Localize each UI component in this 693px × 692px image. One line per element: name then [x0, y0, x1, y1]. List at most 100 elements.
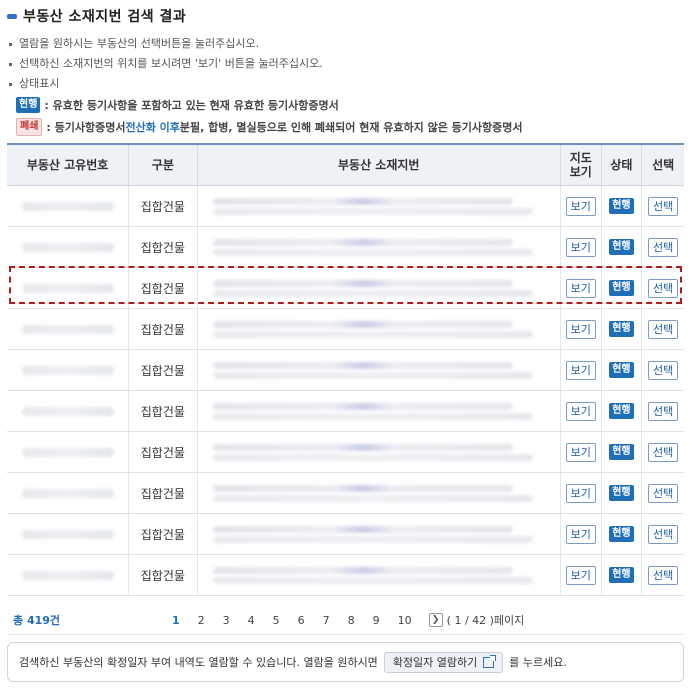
page-link-8[interactable]: 8 [348, 614, 355, 627]
status-cell: 현행 [602, 350, 643, 390]
table-row: 집합건물 보기 현행 선택 [7, 555, 684, 596]
page-links: 1 2 3 4 5 6 7 8 9 10 [163, 614, 421, 627]
view-map-button[interactable]: 보기 [565, 319, 596, 339]
type-cell: 집합건물 [129, 309, 198, 349]
page-info: ( 1 / 42 )페이지 [446, 614, 525, 627]
select-button[interactable]: 선택 [648, 442, 679, 462]
blurred-address [209, 483, 549, 503]
table-header: 부동산 고유번호 구분 부동산 소재지번 지도 보기 상태 선택 [7, 145, 684, 186]
select-button[interactable]: 선택 [648, 360, 679, 380]
status-cell: 현행 [602, 432, 643, 472]
table-row: 집합건물 보기 현행 선택 [7, 227, 684, 268]
status-badge: 현행 [609, 362, 634, 378]
blurred-address [209, 524, 549, 544]
page-link-6[interactable]: 6 [298, 614, 305, 627]
status-badge: 현행 [609, 567, 634, 583]
table-row: 집합건물 보기 현행 선택 [7, 514, 684, 555]
blurred-property-id [21, 488, 114, 498]
blurred-property-id [21, 529, 114, 539]
type-cell: 집합건물 [129, 391, 198, 431]
page-link-3[interactable]: 3 [223, 614, 230, 627]
address-cell [198, 555, 561, 595]
view-map-button[interactable]: 보기 [565, 442, 596, 462]
address-cell [198, 391, 561, 431]
view-map-button[interactable]: 보기 [565, 483, 596, 503]
property-id-cell [7, 309, 130, 349]
select-cell: 선택 [642, 432, 684, 472]
select-cell: 선택 [642, 555, 684, 595]
select-button[interactable]: 선택 [648, 401, 679, 421]
select-button[interactable]: 선택 [648, 319, 679, 339]
header-status: 상태 [602, 145, 643, 185]
type-cell: 집합건물 [129, 555, 198, 595]
select-cell: 선택 [642, 227, 684, 267]
note-text: 열람을 원하시는 부동산의 선택버튼을 눌러주십시오. [19, 37, 260, 50]
external-link-icon [483, 654, 497, 668]
type-text: 집합건물 [140, 568, 185, 583]
select-button[interactable]: 선택 [648, 565, 679, 585]
page-title-text: 부동산 소재지번 검색 결과 [23, 9, 187, 25]
view-map-button[interactable]: 보기 [565, 524, 596, 544]
blurred-address [209, 401, 549, 421]
legend-closed: 폐쇄 : 등기사항증명서 전산화 이후 분필, 합병, 멸실등으로 인해 폐쇄되… [7, 116, 677, 138]
status-badge: 현행 [609, 280, 634, 296]
info-text-before: 검색하신 부동산의 확정일자 부여 내역도 열람할 수 있습니다. 열람을 원하… [19, 656, 378, 669]
view-map-button[interactable]: 보기 [565, 196, 596, 216]
total-count: 총 419건 [7, 612, 163, 628]
view-map-button[interactable]: 보기 [565, 278, 596, 298]
type-text: 집합건물 [140, 240, 185, 255]
property-id-cell [7, 268, 130, 308]
closed-badge: 폐쇄 [16, 118, 43, 136]
address-cell [198, 309, 561, 349]
next-page-icon[interactable]: ❯ [428, 613, 443, 627]
map-cell: 보기 [561, 186, 602, 226]
confirm-date-button[interactable]: 확정일자 열람하기 [383, 651, 504, 673]
page-link-9[interactable]: 9 [373, 614, 380, 627]
table-row: 집합건물 보기 현행 선택 [7, 350, 684, 391]
note-text: 상태표시 [19, 77, 60, 90]
property-id-cell [7, 473, 130, 513]
legend-current-text: : 유효한 등기사항을 포함하고 있는 현재 유효한 등기사항증명서 [44, 99, 339, 112]
view-map-button[interactable]: 보기 [565, 565, 596, 585]
page-link-7[interactable]: 7 [323, 614, 330, 627]
blurred-property-id [21, 324, 114, 334]
select-button[interactable]: 선택 [648, 237, 679, 257]
table-row: 집합건물 보기 현행 선택 [7, 268, 684, 309]
type-text: 집합건물 [140, 486, 185, 501]
page-link-10[interactable]: 10 [398, 614, 412, 627]
current-badge: 현행 [16, 97, 41, 113]
status-badge: 현행 [609, 485, 634, 501]
blurred-address [209, 237, 549, 257]
property-id-cell [7, 227, 130, 267]
select-button[interactable]: 선택 [648, 524, 679, 544]
search-result-page: 부동산 소재지번 검색 결과 열람을 원하시는 부동산의 선택버튼을 눌러주십시… [0, 0, 693, 692]
status-cell: 현행 [602, 391, 643, 431]
bullet-icon [9, 62, 12, 66]
view-map-button[interactable]: 보기 [565, 237, 596, 257]
view-map-button[interactable]: 보기 [565, 401, 596, 421]
address-cell [198, 186, 561, 226]
blurred-address [209, 442, 549, 462]
select-cell: 선택 [642, 268, 684, 308]
property-id-cell [7, 514, 130, 554]
legend-closed-text-1: : 등기사항증명서 [46, 121, 126, 134]
table-row: 집합건물 보기 현행 선택 [7, 186, 684, 227]
property-id-cell [7, 432, 130, 472]
page-link-5[interactable]: 5 [273, 614, 280, 627]
select-button[interactable]: 선택 [648, 196, 679, 216]
status-badge: 현행 [609, 321, 634, 337]
blurred-address [209, 360, 549, 380]
status-badge: 현행 [609, 198, 634, 214]
title-bullet-icon [7, 13, 17, 19]
page-link-2[interactable]: 2 [198, 614, 205, 627]
select-button[interactable]: 선택 [648, 278, 679, 298]
page-link-1[interactable]: 1 [172, 614, 180, 627]
legend-closed-highlight: 전산화 이후 [125, 121, 180, 134]
note-item: 선택하신 소재지번의 위치를 보시려면 '보기' 버튼을 눌러주십시오. [7, 54, 677, 74]
address-cell [198, 514, 561, 554]
select-button[interactable]: 선택 [648, 483, 679, 503]
page-link-4[interactable]: 4 [248, 614, 255, 627]
header-select: 선택 [652, 158, 675, 172]
pagination: 총 419건 1 2 3 4 5 6 7 8 9 10 ❯ ( 1 / 42 )페이지 [7, 606, 684, 635]
view-map-button[interactable]: 보기 [565, 360, 596, 380]
